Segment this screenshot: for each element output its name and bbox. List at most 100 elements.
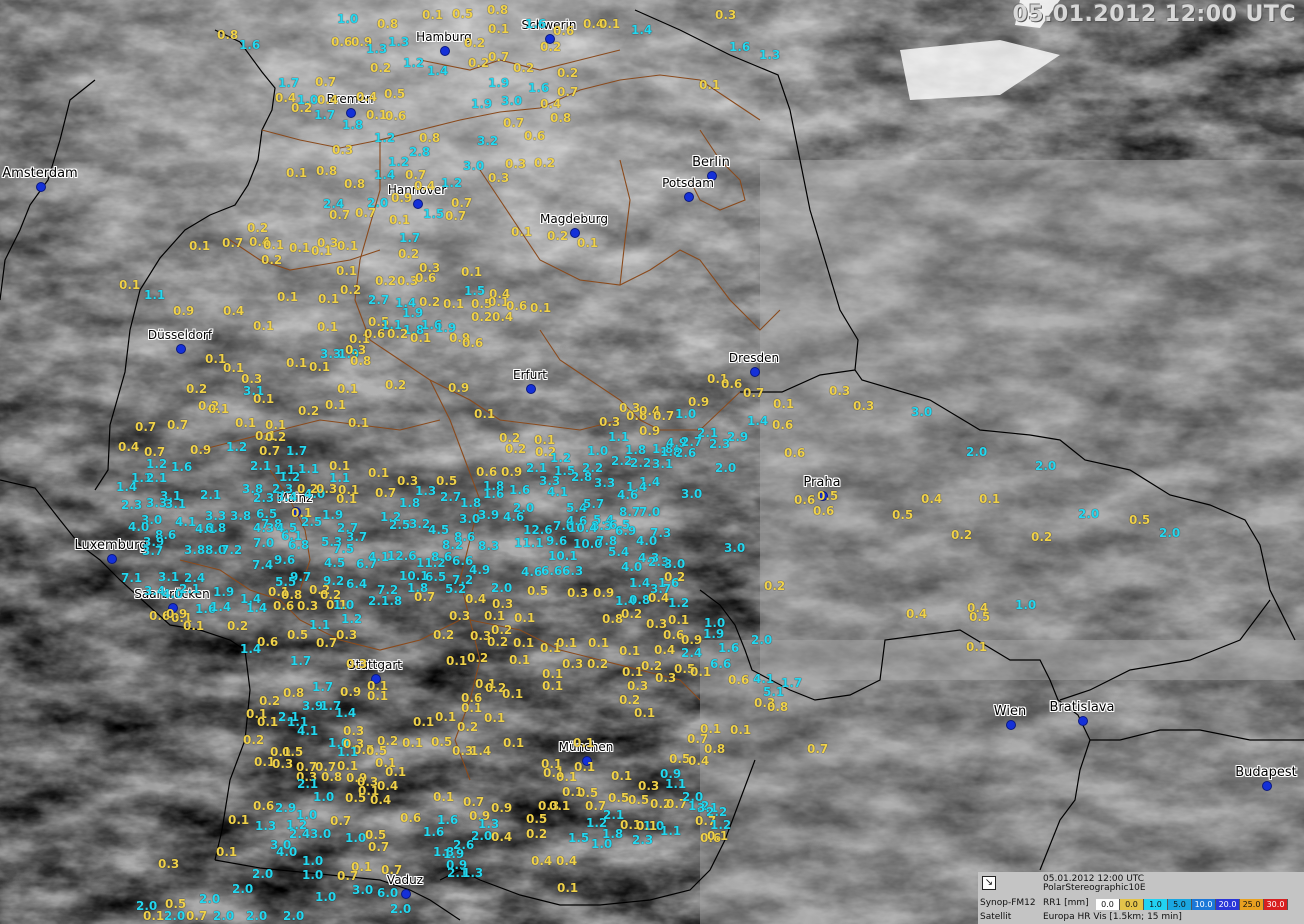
precip-value: 0.5 bbox=[817, 489, 839, 503]
precip-value: 0.8 bbox=[321, 770, 343, 784]
precip-value: 0.2 bbox=[487, 635, 509, 649]
city-label: Magdeburg bbox=[540, 212, 608, 226]
precip-value: 0.8 bbox=[316, 164, 338, 178]
precip-value: 6.3 bbox=[562, 564, 584, 578]
precip-value: 0.1 bbox=[367, 689, 389, 703]
precip-value: 2.5 bbox=[301, 515, 323, 529]
precip-value: 0.2 bbox=[186, 382, 208, 396]
precip-value: 2.8 bbox=[571, 470, 593, 484]
precip-value: 2.0 bbox=[246, 909, 268, 923]
legend-satellite-product: Europa HR Vis [1.5km; 15 min] bbox=[1043, 912, 1182, 922]
precip-value: 2.3 bbox=[121, 498, 143, 512]
precip-value: 0.6 bbox=[364, 327, 386, 341]
precip-value: 0.1 bbox=[514, 611, 536, 625]
precip-value: 1.9 bbox=[471, 97, 493, 111]
precip-value: 0.1 bbox=[253, 319, 275, 333]
precip-value: 1.4 bbox=[246, 601, 268, 615]
precip-value: 0.2 bbox=[457, 720, 479, 734]
precip-value: 0.2 bbox=[467, 651, 489, 665]
precip-value: 2.0 bbox=[199, 892, 221, 906]
precip-value: 0.2 bbox=[505, 442, 527, 456]
precip-value: 0.4 bbox=[906, 607, 928, 621]
precip-value: 0.1 bbox=[325, 398, 347, 412]
precip-value: 3.0 bbox=[724, 541, 746, 555]
precip-value: 0.3 bbox=[853, 399, 875, 413]
city-marker bbox=[440, 46, 450, 56]
precip-value: 0.1 bbox=[484, 711, 506, 725]
precip-value: 1.6 bbox=[171, 460, 193, 474]
precip-value: 0.1 bbox=[699, 78, 721, 92]
precip-value: 0.2 bbox=[243, 733, 265, 747]
precip-value: 1.6 bbox=[483, 487, 505, 501]
precip-value: 0.2 bbox=[621, 607, 643, 621]
legend-swatch: 25.0 bbox=[1240, 899, 1264, 910]
precip-value: 0.8 bbox=[550, 111, 572, 125]
city-marker bbox=[526, 384, 536, 394]
precip-value: 0.1 bbox=[402, 736, 424, 750]
precip-value: 0.4 bbox=[370, 793, 392, 807]
precip-value: 0.8 bbox=[487, 3, 509, 17]
legend-synop-label: Synop-FM12 bbox=[980, 898, 1036, 908]
precip-value: 1.9 bbox=[703, 627, 725, 641]
precip-value: 0.3 bbox=[567, 586, 589, 600]
legend-satellite-label: Satellit bbox=[980, 912, 1012, 922]
precip-value: 1.2 bbox=[341, 612, 363, 626]
precip-value: 0.1 bbox=[189, 239, 211, 253]
precip-value: 0.2 bbox=[526, 827, 548, 841]
precip-value: 0.1 bbox=[730, 723, 752, 737]
city-label: Potsdam bbox=[662, 176, 714, 190]
precip-value: 3.1 bbox=[158, 570, 180, 584]
precip-value: 2.7 bbox=[440, 490, 462, 504]
precip-value: 0.7 bbox=[135, 420, 157, 434]
precip-value: 2.7 bbox=[368, 293, 390, 307]
precip-value: 1.0 bbox=[1015, 598, 1037, 612]
precip-value: 1.1 bbox=[298, 462, 320, 476]
precip-value: 0.1 bbox=[636, 819, 658, 833]
precip-value: 1.3 bbox=[366, 42, 388, 56]
precip-value: 0.3 bbox=[297, 599, 319, 613]
precip-value: 0.4 bbox=[414, 179, 436, 193]
precip-value: 0.7 bbox=[463, 795, 485, 809]
precip-value: 0.1 bbox=[556, 770, 578, 784]
city-label: Wien bbox=[993, 704, 1027, 719]
precip-value: 0.6 bbox=[462, 336, 484, 350]
legend-swatch: 10.0 bbox=[1192, 899, 1216, 910]
precip-value: 10.1 bbox=[548, 549, 578, 563]
precip-value: 3.0 bbox=[911, 405, 933, 419]
precip-value: 0.3 bbox=[316, 482, 338, 496]
precip-value: 5.4 bbox=[608, 545, 630, 559]
precip-value: 0.6 bbox=[400, 811, 422, 825]
precip-value: 2.0 bbox=[966, 445, 988, 459]
precip-value: 0.4 bbox=[317, 93, 339, 107]
precip-value: 1.0 bbox=[591, 837, 613, 851]
precip-value: 1.6 bbox=[525, 17, 547, 31]
precip-value: 9.6 bbox=[546, 534, 568, 548]
precip-value: 0.1 bbox=[511, 225, 533, 239]
precip-value: 0.7 bbox=[368, 840, 390, 854]
precip-value: 0.5 bbox=[892, 508, 914, 522]
precip-value: 0.6 bbox=[273, 599, 295, 613]
precip-value: 0.7 bbox=[329, 208, 351, 222]
precip-value: 7.0 bbox=[253, 536, 275, 550]
precip-value: 1.3 bbox=[388, 35, 410, 49]
precip-value: 0.7 bbox=[315, 75, 337, 89]
precip-value: 1.5 bbox=[464, 284, 486, 298]
precip-value: 2.0 bbox=[232, 882, 254, 896]
precip-value: 0.1 bbox=[474, 407, 496, 421]
precip-value: 2.6 bbox=[675, 446, 697, 460]
precip-value: 0.1 bbox=[385, 765, 407, 779]
precip-value: 0.3 bbox=[332, 143, 354, 157]
precip-value: 4.1 bbox=[175, 515, 197, 529]
precip-value: 0.1 bbox=[119, 278, 141, 292]
city-label: Düsseldorf bbox=[147, 328, 213, 342]
precip-value: 1.6 bbox=[509, 483, 531, 497]
precip-value: 0.7 bbox=[488, 50, 510, 64]
precip-value: 0.7 bbox=[503, 116, 525, 130]
precip-value: 0.1 bbox=[611, 769, 633, 783]
precip-value: 0.3 bbox=[346, 657, 368, 671]
precip-value: 0.1 bbox=[318, 292, 340, 306]
precip-value: 3.0 bbox=[664, 557, 686, 571]
precip-value: 0.1 bbox=[503, 736, 525, 750]
corner-arrow-icon[interactable]: ↘ bbox=[982, 876, 996, 890]
precip-value: 0.7 bbox=[259, 444, 281, 458]
